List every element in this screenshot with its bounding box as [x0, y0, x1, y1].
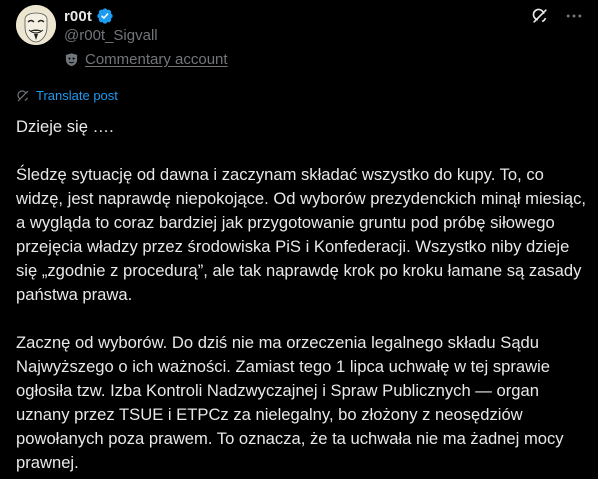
- translate-icon: [16, 89, 30, 103]
- avatar-mask-image: [16, 5, 56, 45]
- author-handle[interactable]: @r00t_Sigvall: [64, 27, 158, 44]
- avatar[interactable]: [16, 5, 56, 45]
- account-label[interactable]: Commentary account: [64, 51, 228, 68]
- post-paragraph: Dzieje się ….: [16, 117, 114, 136]
- post-container: r00t @r00t_Sigvall Commentary account Tr…: [0, 0, 598, 479]
- translate-post-link[interactable]: Translate post: [16, 88, 118, 103]
- grok-icon[interactable]: [530, 6, 550, 26]
- translate-post-label[interactable]: Translate post: [36, 88, 118, 103]
- post-paragraph: Śledzę sytuację od dawna i zaczynam skła…: [16, 165, 586, 304]
- author-name-row: r00t: [64, 6, 114, 26]
- more-options-icon[interactable]: [564, 6, 584, 26]
- commentary-mask-icon: [64, 52, 79, 67]
- account-label-text[interactable]: Commentary account: [85, 51, 228, 68]
- post-paragraph: Zacznę od wyborów. Do dziś nie ma orzecz…: [16, 333, 564, 472]
- verified-badge-icon[interactable]: [96, 7, 114, 25]
- post-header-actions: [530, 6, 584, 26]
- post-body: Dzieje się …. Śledzę sytuację od dawna i…: [16, 115, 586, 475]
- author-display-name[interactable]: r00t: [64, 8, 92, 25]
